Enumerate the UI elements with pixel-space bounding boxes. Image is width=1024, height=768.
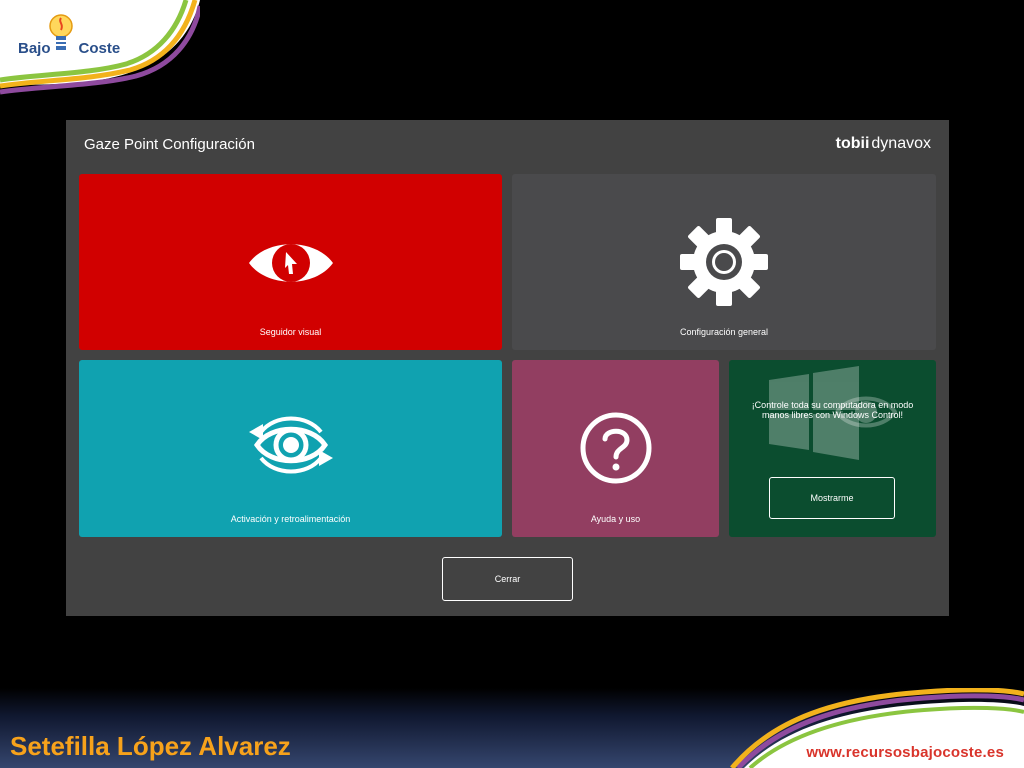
eye-refresh-icon [249,416,333,474]
tile-general-settings[interactable]: Configuración general [512,174,936,350]
tile-activation-feedback[interactable]: Activación y retroalimentación [79,360,502,537]
brand-dynavox: dynavox [871,135,931,152]
tile-label-general-settings: Configuración general [679,327,769,337]
brand-logo: tobii dynavox [836,135,931,153]
tile-eye-tracker[interactable]: Seguidor visual [79,174,502,350]
author-name: Setefilla López Alvarez [10,731,291,761]
dialog-title: Gaze Point Configuración [84,136,255,153]
website-url[interactable]: www.recursosbajocoste.es [806,744,1004,761]
gear-icon [680,218,768,306]
close-button[interactable]: Cerrar [442,557,573,601]
eye-cursor-icon [249,244,333,282]
tile-windows-control: ¡Controle toda su computadora en modo ma… [729,360,936,537]
logo-text: Bajo Coste [18,40,120,57]
logo-word-bajo: Bajo [18,40,51,57]
brand-tobii: tobii [835,135,870,152]
tile-label-help-usage: Ayuda y uso [590,514,641,524]
question-icon [580,412,652,484]
logo-word-coste: Coste [78,40,121,57]
tile-label-activation-feedback: Activación y retroalimentación [230,514,351,524]
gaze-point-dialog: Gaze Point Configuración tobii dynavox Se… [66,120,949,616]
tile-label-eye-tracker: Seguidor visual [259,327,322,337]
windows-control-promo-text: ¡Controle toda su computadora en modo ma… [751,400,914,420]
show-me-button[interactable]: Mostrarme [769,477,895,519]
tile-help-usage[interactable]: Ayuda y uso [512,360,719,537]
